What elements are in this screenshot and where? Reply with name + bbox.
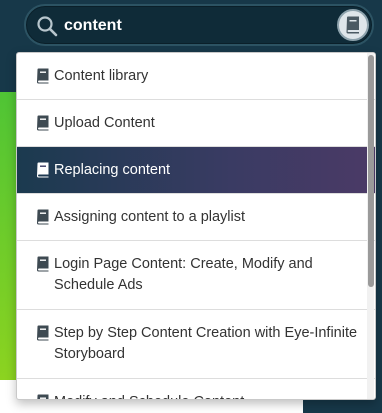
green-banner-edge xyxy=(0,92,16,380)
book-icon xyxy=(37,325,49,341)
result-item[interactable]: Assigning content to a playlist xyxy=(17,194,375,241)
book-icon xyxy=(37,68,49,84)
results-list: Content library Upload Content Replacing… xyxy=(17,53,375,399)
page-background xyxy=(0,380,16,413)
result-item-active[interactable]: Replacing content xyxy=(17,147,375,194)
book-icon xyxy=(37,394,49,399)
book-icon xyxy=(37,115,49,131)
result-item[interactable]: Content library xyxy=(17,53,375,100)
book-icon xyxy=(37,209,49,225)
search-input[interactable] xyxy=(64,12,334,40)
result-item[interactable]: Modify and Schedule Content xyxy=(17,379,375,399)
result-label: Login Page Content: Create, Modify and S… xyxy=(54,256,313,293)
result-label: Upload Content xyxy=(54,115,155,131)
book-icon xyxy=(37,256,49,272)
result-label: Replacing content xyxy=(54,162,171,178)
search-bar[interactable] xyxy=(24,4,374,46)
result-item[interactable]: Step by Step Content Creation with Eye-I… xyxy=(17,310,375,379)
result-item[interactable]: Upload Content xyxy=(17,100,375,147)
result-label: Modify and Schedule Content xyxy=(54,392,361,399)
search-results-dropdown: Content library Upload Content Replacing… xyxy=(16,52,376,400)
result-label: Assigning content to a playlist xyxy=(54,209,246,225)
knowledge-base-button[interactable] xyxy=(337,9,369,41)
search-icon[interactable] xyxy=(35,14,59,38)
book-icon xyxy=(37,162,49,178)
scrollbar-thumb[interactable] xyxy=(368,55,374,287)
result-item[interactable]: Login Page Content: Create, Modify and S… xyxy=(17,241,375,310)
result-label: Content library xyxy=(54,68,149,84)
book-icon xyxy=(346,16,359,34)
result-label: Step by Step Content Creation with Eye-I… xyxy=(54,325,358,362)
